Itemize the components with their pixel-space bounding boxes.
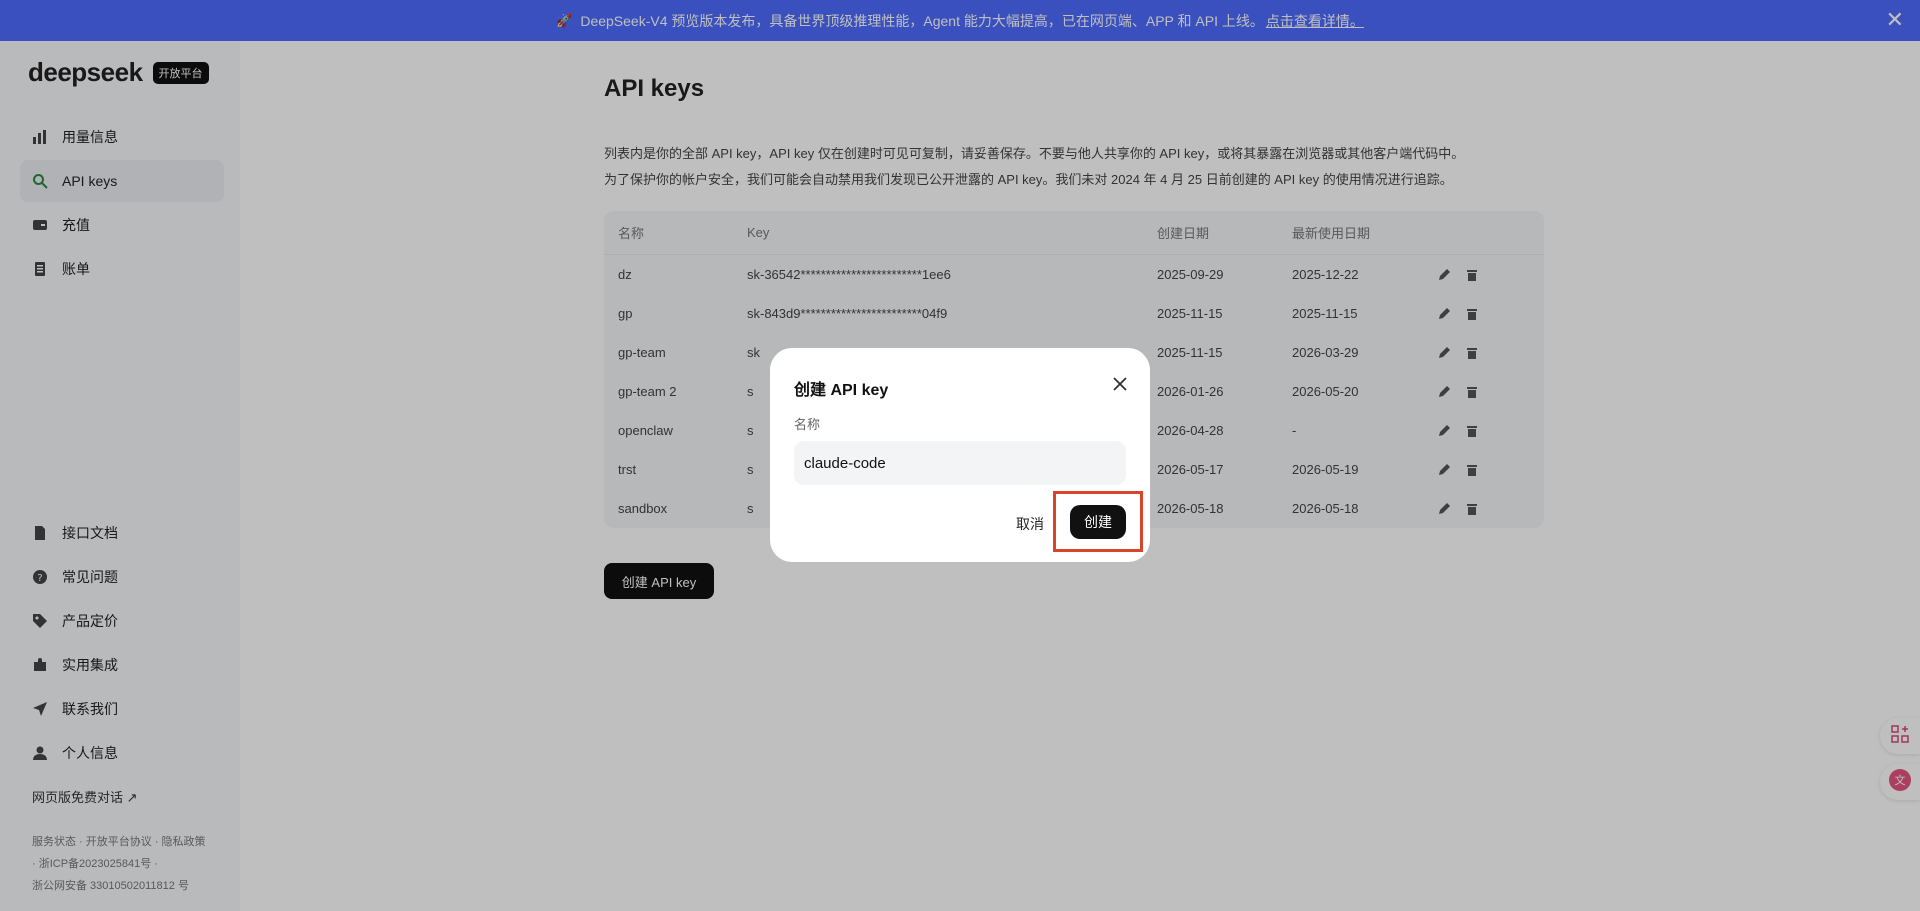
highlight-box: [1053, 491, 1143, 552]
name-field-label: 名称: [794, 417, 821, 432]
cancel-button[interactable]: 取消: [1016, 514, 1044, 534]
close-icon[interactable]: [1110, 374, 1130, 394]
name-input[interactable]: [794, 441, 1126, 485]
dialog-title: 创建 API key: [794, 382, 889, 399]
